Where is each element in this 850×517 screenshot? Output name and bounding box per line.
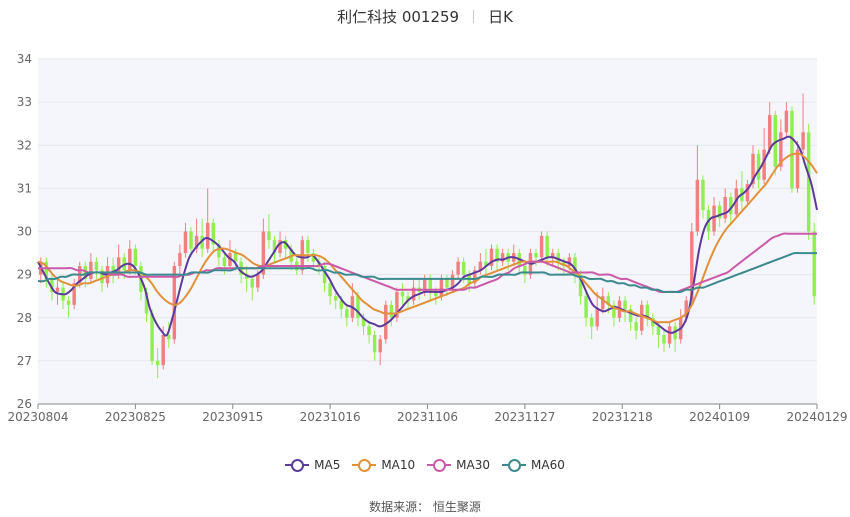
- candle-body: [306, 240, 310, 254]
- candle-body: [267, 231, 271, 241]
- x-tick-label: 20231106: [397, 410, 458, 424]
- legend-label: MA30: [456, 458, 491, 472]
- candle-body: [589, 317, 594, 327]
- candle-body: [256, 274, 260, 288]
- candle-body: [801, 132, 805, 150]
- candle-body: [66, 300, 71, 305]
- candle-body: [328, 283, 332, 297]
- candle-body: [439, 278, 444, 297]
- candle-body: [784, 110, 789, 133]
- legend-item-ma30[interactable]: MA30: [427, 458, 490, 472]
- candle-body: [445, 278, 449, 288]
- y-tick-label: 33: [17, 95, 32, 109]
- candle-body: [372, 335, 377, 353]
- candle-body: [222, 257, 227, 266]
- y-tick-label: 28: [17, 311, 32, 325]
- candle-body: [133, 248, 138, 266]
- candle-body: [656, 326, 661, 335]
- candle-body: [767, 115, 772, 150]
- candle-body: [155, 360, 160, 366]
- candle-body: [712, 205, 716, 232]
- candle-body: [89, 261, 93, 279]
- candle-body: [128, 248, 132, 271]
- candle-body: [539, 235, 544, 258]
- y-tick-label: 27: [17, 354, 32, 368]
- candle-body: [584, 296, 588, 318]
- candle-body: [662, 335, 666, 344]
- y-tick-label: 29: [17, 268, 32, 282]
- candle-body: [400, 291, 405, 297]
- candle-body: [640, 304, 644, 331]
- candle-body: [450, 274, 455, 288]
- legend-marker: [502, 459, 527, 472]
- x-tick-label: 20230804: [7, 410, 68, 424]
- candle-body: [150, 313, 154, 361]
- candle-body: [756, 153, 761, 180]
- x-tick-label: 20231016: [300, 410, 361, 424]
- x-tick-label: 20230825: [105, 410, 166, 424]
- legend-label: MA10: [381, 458, 416, 472]
- candle-body: [595, 309, 599, 327]
- candle-body: [189, 231, 193, 249]
- y-tick-label: 31: [17, 181, 32, 195]
- candle-body: [205, 222, 210, 249]
- candle-body: [812, 231, 816, 297]
- candle-body: [333, 296, 338, 301]
- candle-body: [367, 326, 371, 335]
- legend-item-ma5[interactable]: MA5: [285, 458, 340, 472]
- candle-body: [389, 304, 394, 318]
- y-tick-label: 30: [17, 225, 32, 239]
- y-tick-label: 34: [17, 52, 32, 66]
- candlestick-chart: 26 27 28 29 30 31 32 33 34 20230804 20230825 202309…: [7, 52, 847, 424]
- candle-body: [55, 287, 60, 292]
- candle-body: [461, 261, 466, 275]
- candle-body: [178, 253, 182, 266]
- candle-body: [695, 179, 700, 232]
- x-tick-label: 20231218: [592, 410, 653, 424]
- candle-body: [623, 300, 627, 310]
- candle-body: [183, 231, 188, 254]
- x-tick-label: 20230915: [202, 410, 263, 424]
- legend-item-ma10[interactable]: MA10: [352, 458, 415, 472]
- candle-body: [456, 261, 460, 275]
- candle-body: [790, 110, 794, 189]
- candle-body: [534, 253, 538, 258]
- legend: MA5 MA10 MA30 MA60: [0, 458, 850, 474]
- candle-body: [378, 339, 382, 353]
- candle-body: [161, 335, 165, 366]
- x-tick-label: 20240109: [689, 410, 750, 424]
- y-tick-label: 32: [17, 138, 32, 152]
- legend-label: MA60: [531, 458, 565, 472]
- legend-item-ma60[interactable]: MA60: [502, 458, 565, 472]
- candle-body: [634, 322, 638, 331]
- legend-marker: [427, 459, 452, 472]
- legend-marker: [352, 459, 377, 472]
- candle-body: [345, 309, 349, 318]
- candle-body: [94, 261, 99, 271]
- x-tick-label: 20240129: [786, 410, 847, 424]
- candle-body: [667, 326, 672, 344]
- legend-label: MA5: [314, 458, 341, 472]
- y-tick-label: 26: [17, 397, 32, 411]
- data-source: 数据来源： 恒生聚源: [369, 500, 481, 514]
- x-tick-label: 20231127: [494, 410, 555, 424]
- candle-body: [250, 278, 254, 288]
- candle-body: [545, 235, 549, 258]
- candle-body: [795, 149, 800, 189]
- candle-body: [723, 197, 727, 219]
- candle-body: [717, 205, 722, 219]
- candle-body: [701, 179, 705, 210]
- legend-marker: [285, 459, 310, 472]
